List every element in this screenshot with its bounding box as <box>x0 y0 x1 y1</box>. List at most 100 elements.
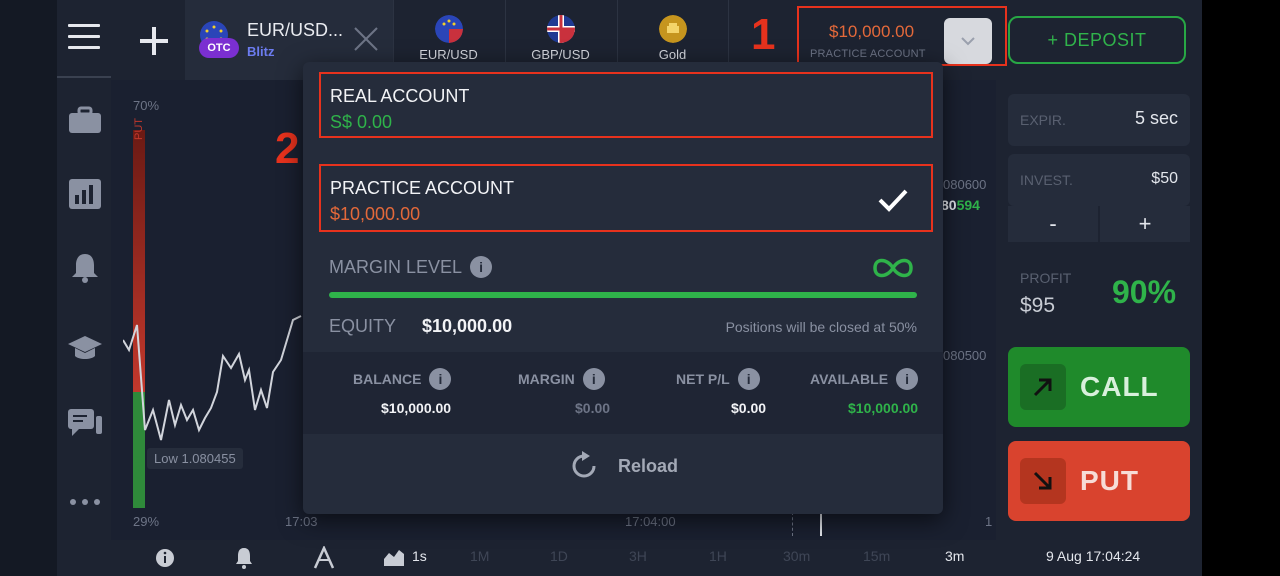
equity-label: EQUITY <box>329 316 397 336</box>
drawing-tool-icon[interactable] <box>313 544 335 575</box>
timeframe-1h[interactable]: 1H <box>709 548 727 564</box>
real-account-option[interactable]: REAL ACCOUNT S$ 0.00 <box>319 72 933 138</box>
bottom-toolbar: 1s 1M 1D 3H 1H 30m 15m 3m 9 Aug 17:04:24 <box>111 540 1202 576</box>
time-axis-label: 1 <box>985 514 993 529</box>
balance-amount: $10,000.00 <box>829 22 915 41</box>
account-dropdown: REAL ACCOUNT S$ 0.00 PRACTICE ACCOUNT $1… <box>303 62 943 514</box>
info-icon[interactable]: i <box>737 368 760 390</box>
hamburger-menu-icon[interactable] <box>68 24 100 54</box>
info-icon[interactable]: i <box>470 256 493 278</box>
active-asset-type: Blitz <box>247 44 275 59</box>
time-axis-label: 17:04:00 <box>625 514 676 529</box>
otc-badge: OTC <box>199 38 239 58</box>
portfolio-briefcase-icon[interactable] <box>67 102 103 138</box>
net-pl-stat-value: $0.00 <box>731 400 767 416</box>
timeframe-3h[interactable]: 3H <box>629 548 647 564</box>
expiry-time-marker <box>792 512 793 536</box>
timeframe-1d[interactable]: 1D <box>550 548 568 564</box>
decrease-investment-button[interactable]: - <box>1008 206 1098 242</box>
eu-us-flag-icon <box>434 15 463 43</box>
timeframe-1m-range[interactable]: 1M <box>470 548 489 564</box>
info-icon[interactable]: i <box>896 368 919 390</box>
reload-icon <box>572 451 596 478</box>
put-button[interactable]: PUT <box>1008 441 1190 521</box>
info-icon[interactable]: i <box>582 368 605 390</box>
available-stat-label: AVAILABLE i <box>810 368 919 390</box>
info-icon[interactable] <box>155 548 175 573</box>
available-stat-value: $10,000.00 <box>848 400 919 416</box>
reload-label: Reload <box>617 455 678 476</box>
tab-label: EUR/USD <box>419 47 478 62</box>
expiration-label: EXPIR. <box>1020 112 1066 128</box>
net-pl-stat-label: NET P/L i <box>676 368 760 390</box>
balance-account-type: PRACTICE ACCOUNT <box>810 48 926 60</box>
margin-stat-label: MARGIN i <box>518 368 605 390</box>
arrow-down-right-icon <box>1020 458 1066 504</box>
margin-level-progress-bar <box>329 292 917 298</box>
price-axis-label: 080500 <box>943 348 987 363</box>
real-account-amount: S$ 0.00 <box>330 112 393 132</box>
put-percentage: 70% <box>133 98 160 113</box>
practice-account-name: PRACTICE ACCOUNT <box>330 178 515 198</box>
profit-label: PROFIT <box>1020 270 1072 286</box>
tab-gbpusd[interactable]: GBP/USD <box>505 0 615 70</box>
time-axis-label: 17:03 <box>285 514 318 529</box>
expiration-value: 5 sec <box>1134 108 1178 128</box>
deposit-button[interactable]: + DEPOSIT <box>1008 16 1186 64</box>
tab-label: Gold <box>658 47 687 62</box>
call-button[interactable]: CALL <box>1008 347 1190 427</box>
chat-support-icon[interactable] <box>67 406 103 442</box>
timeframe-1s[interactable]: 1s <box>412 548 427 564</box>
active-asset-name: EUR/USD... <box>247 20 344 40</box>
margin-level-label: MARGIN LEVEL <box>329 256 463 277</box>
balance-stat-value: $10,000.00 <box>381 400 452 416</box>
chart-type-area-icon[interactable] <box>383 547 405 572</box>
checkmark-icon <box>877 188 909 217</box>
positions-close-note: Positions will be closed at 50% <box>725 319 917 335</box>
account-stats: BALANCE i $10,000.00 MARGIN i $0.00 NET P/… <box>303 352 943 434</box>
call-percentage: 29% <box>133 514 160 529</box>
tab-eurusd[interactable]: EUR/USD <box>393 0 503 70</box>
call-vertical-label: CALL <box>133 452 145 480</box>
equity-value: $10,000.00 <box>422 316 513 336</box>
reload-button[interactable]: Reload <box>303 434 943 498</box>
statistics-chart-icon[interactable] <box>67 176 103 212</box>
current-time-marker <box>820 512 822 536</box>
put-vertical-label: PUT <box>133 118 145 140</box>
investment-input[interactable]: INVEST. $50 <box>1008 154 1190 206</box>
put-button-label: PUT <box>1080 465 1139 496</box>
practice-account-amount: $10,000.00 <box>330 204 421 224</box>
price-axis-label: 080600 <box>943 177 987 192</box>
expiration-selector[interactable]: EXPIR. 5 sec <box>1008 94 1190 146</box>
add-asset-button[interactable] <box>135 22 173 60</box>
left-sidebar <box>57 0 111 576</box>
margin-level-row: MARGIN LEVEL i <box>329 256 493 278</box>
trade-panel: EXPIR. 5 sec INVEST. $50 - + PROFIT $95 … <box>996 80 1202 540</box>
close-icon[interactable] <box>353 26 379 57</box>
screen-edge-left <box>0 0 57 576</box>
increase-investment-button[interactable]: + <box>1100 206 1190 242</box>
price-line <box>123 315 302 441</box>
timeframe-30m[interactable]: 30m <box>783 548 810 564</box>
education-cap-icon[interactable] <box>67 330 103 366</box>
info-icon[interactable]: i <box>429 368 452 390</box>
profit-percentage: 90% <box>1112 274 1177 310</box>
chevron-down-icon[interactable] <box>944 18 992 64</box>
sidebar-divider <box>57 76 111 78</box>
timeframe-15m[interactable]: 15m <box>863 548 890 564</box>
alert-bell-icon[interactable] <box>235 547 253 574</box>
notifications-bell-icon[interactable] <box>67 250 103 286</box>
infinity-icon <box>871 256 915 285</box>
margin-level-progress-fill <box>329 292 917 298</box>
balance-stat-label: BALANCE i <box>353 368 452 390</box>
practice-account-option[interactable]: PRACTICE ACCOUNT $10,000.00 <box>319 164 933 232</box>
margin-stat-value: $0.00 <box>575 400 611 416</box>
trading-app: OTC EUR/USD... Blitz EUR/USD GBP/USD Gol… <box>0 0 1280 576</box>
call-button-label: CALL <box>1080 371 1159 402</box>
timeframe-3m[interactable]: 3m <box>945 548 964 564</box>
real-account-name: REAL ACCOUNT <box>330 86 470 106</box>
account-balance-selector[interactable]: $10,000.00 PRACTICE ACCOUNT <box>797 6 1007 66</box>
tab-gold[interactable]: Gold <box>617 0 727 70</box>
low-price-tag: Low 1.080455 <box>147 448 243 469</box>
more-dots-icon[interactable] <box>67 484 103 520</box>
